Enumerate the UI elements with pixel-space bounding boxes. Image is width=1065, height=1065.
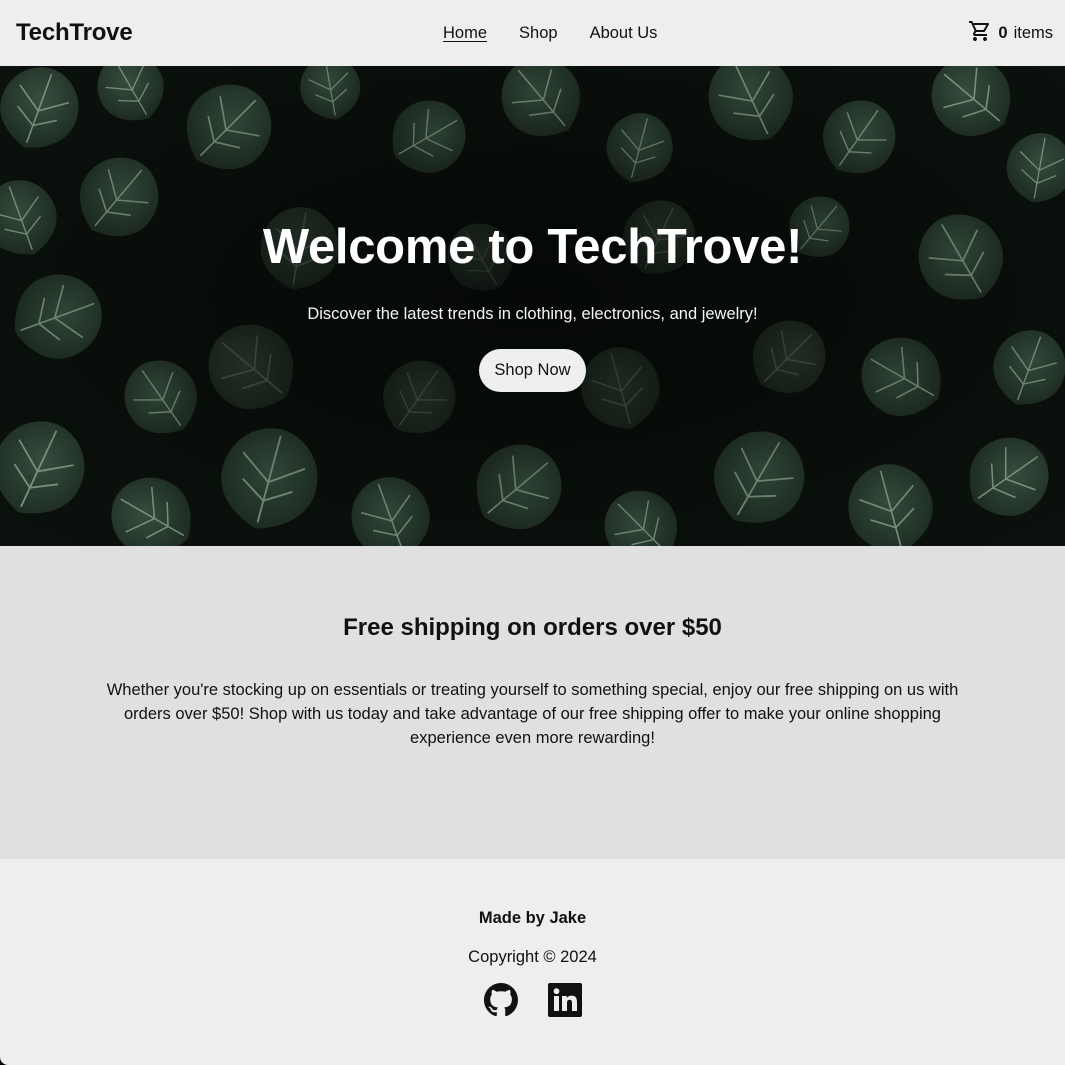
- shipping-section: Free shipping on orders over $50 Whether…: [0, 546, 1065, 859]
- github-link[interactable]: [483, 983, 518, 1017]
- hero-content: Welcome to TechTrove! Discover the lates…: [0, 66, 1065, 392]
- cart-label: items: [1013, 23, 1053, 42]
- copyright-text: Copyright © 2024: [468, 948, 597, 966]
- nav-home-link[interactable]: Home: [443, 24, 487, 43]
- shipping-text: Whether you're stocking up on essentials…: [106, 681, 959, 747]
- cart-icon: [968, 19, 992, 48]
- cart-count: 0: [998, 23, 1008, 42]
- made-by-text: Made by Jake: [478, 909, 587, 927]
- page: TechTrove Home Shop About Us 0 items Wel…: [0, 0, 1065, 1065]
- shipping-title: Free shipping on orders over $50: [343, 614, 722, 641]
- site-footer: Made by Jake Copyright © 2024: [0, 859, 1065, 1017]
- cart-button[interactable]: 0 items: [968, 19, 1053, 48]
- hero-section: Welcome to TechTrove! Discover the lates…: [0, 66, 1065, 546]
- hero-title: Welcome to TechTrove!: [262, 220, 803, 274]
- hero-subtitle: Discover the latest trends in clothing, …: [307, 305, 758, 323]
- social-links: [0, 983, 1065, 1017]
- main-nav: Home Shop About Us: [443, 0, 657, 66]
- nav-about-link[interactable]: About Us: [590, 24, 658, 43]
- linkedin-icon: [547, 983, 582, 1017]
- site-header: TechTrove Home Shop About Us 0 items: [0, 0, 1065, 66]
- linkedin-link[interactable]: [547, 983, 582, 1017]
- nav-shop-link[interactable]: Shop: [519, 24, 558, 43]
- github-icon: [483, 983, 518, 1017]
- brand-logo[interactable]: TechTrove: [16, 19, 133, 47]
- shop-now-button[interactable]: Shop Now: [479, 349, 586, 392]
